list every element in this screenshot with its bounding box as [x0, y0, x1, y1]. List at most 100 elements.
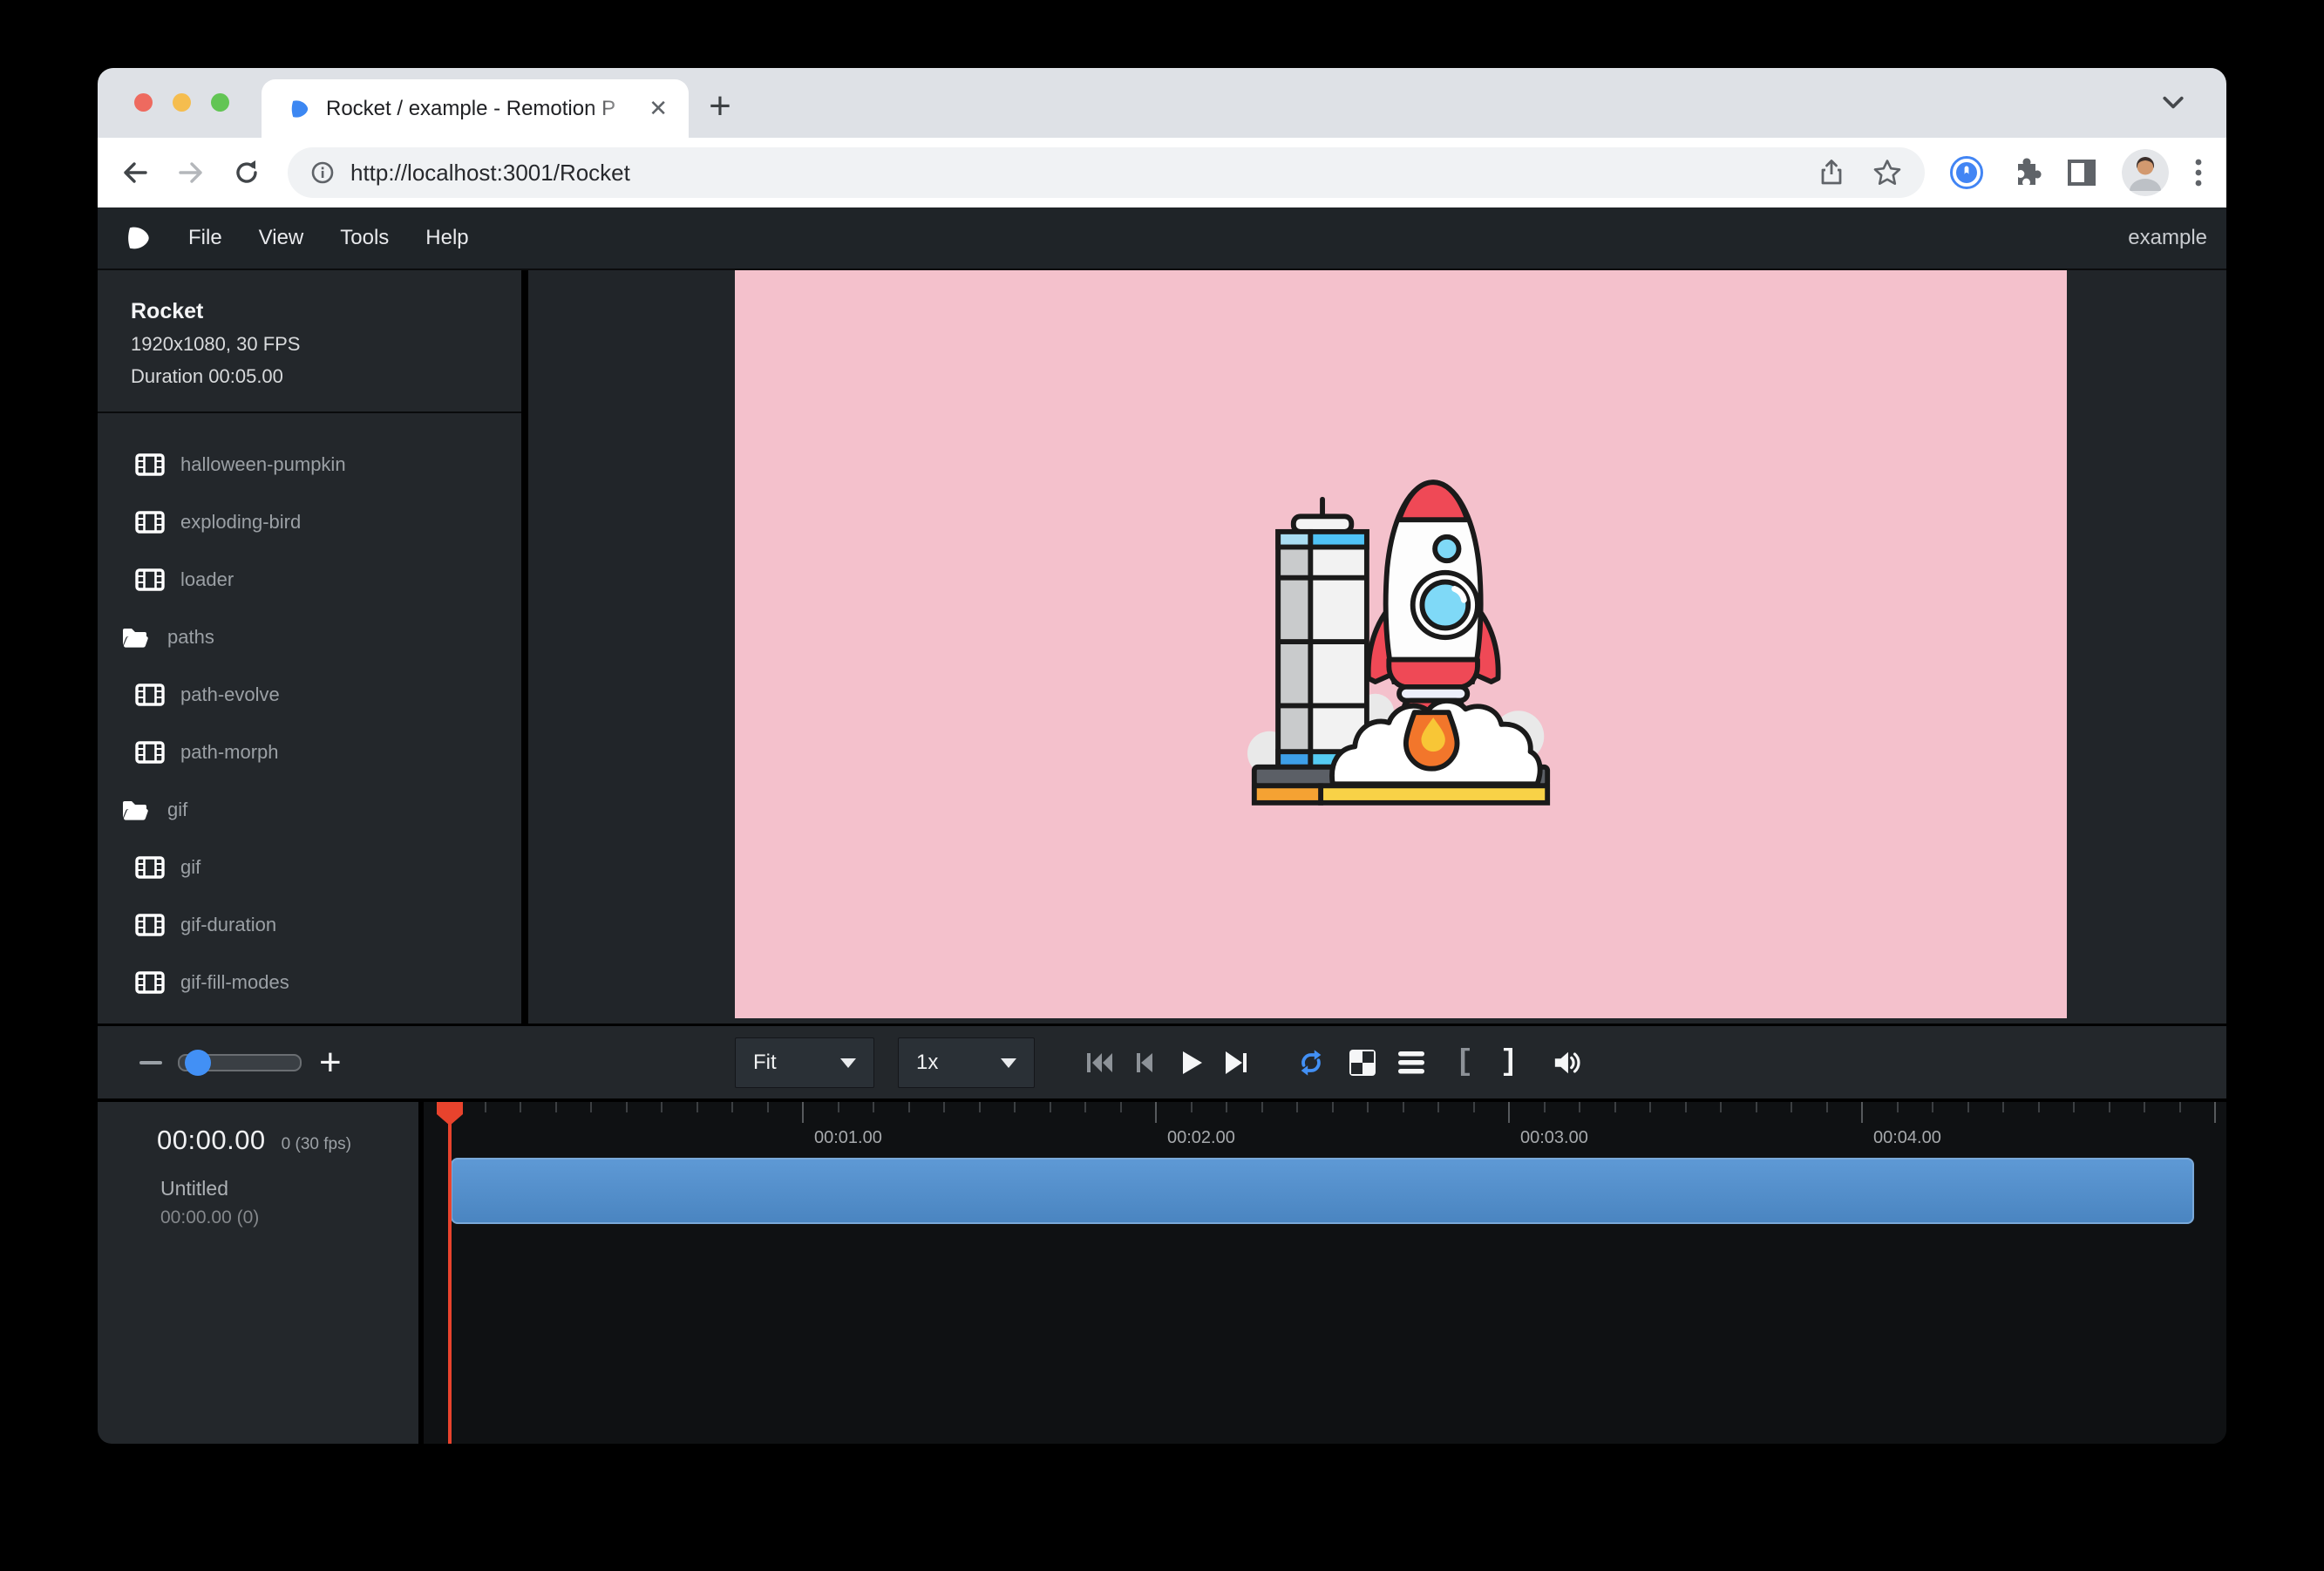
size-dropdown[interactable]: Fit	[735, 1037, 874, 1088]
menu-items: File View Tools Help	[188, 226, 469, 250]
ruler-tick-minor	[1084, 1102, 1086, 1112]
ruler-tick-minor	[1791, 1102, 1792, 1112]
tab-close-icon[interactable]: ✕	[645, 95, 671, 122]
remotion-logo-icon[interactable]	[126, 222, 152, 254]
timeline-track-bar[interactable]	[451, 1158, 2194, 1224]
folder-open-icon	[120, 798, 150, 822]
composition-list: halloween-pumpkinexploding-birdloader pat…	[98, 413, 521, 1024]
menu-item-tools[interactable]: Tools	[340, 226, 389, 250]
ruler-tick-minor	[1296, 1102, 1298, 1112]
ruler-tick-minor	[697, 1102, 698, 1112]
timeline-rows-button[interactable]	[1396, 1048, 1426, 1078]
ruler-tick-minor	[1544, 1102, 1546, 1112]
back-button[interactable]	[120, 158, 150, 187]
zoom-slider[interactable]	[178, 1054, 302, 1071]
chevron-down-icon	[1001, 1058, 1016, 1068]
remotion-menu-bar: FileViewToolsHelp example	[98, 207, 2226, 270]
timeline-zoom-control: +	[139, 1026, 342, 1098]
composition-item-halloween-pumpkin[interactable]: halloween-pumpkin	[98, 436, 521, 493]
folder-item-paths[interactable]: paths	[98, 609, 521, 666]
minimize-window-button[interactable]	[173, 93, 191, 112]
address-bar[interactable]: http://localhost:3001/Rocket	[288, 147, 1925, 198]
extensions-puzzle-icon[interactable]	[2008, 156, 2042, 189]
volume-button[interactable]	[1553, 1048, 1582, 1078]
composition-label: path-evolve	[180, 683, 280, 706]
browser-toolbar: http://localhost:3001/Rocket	[98, 138, 2226, 207]
tab-search-chevron-icon[interactable]	[2162, 94, 2185, 110]
composition-item-path-evolve[interactable]: path-evolve	[98, 666, 521, 724]
playhead-line[interactable]	[448, 1102, 452, 1444]
playhead-marker[interactable]	[437, 1102, 463, 1126]
browser-tab-strip: Rocket / example - Remotion P ✕ +	[98, 68, 2226, 138]
composition-item-exploding-bird[interactable]: exploding-bird	[98, 493, 521, 551]
browser-tab[interactable]: Rocket / example - Remotion P ✕	[262, 79, 689, 138]
zoom-out-icon[interactable]	[139, 1061, 162, 1064]
composition-item-loader[interactable]: loader	[98, 551, 521, 609]
site-info-icon[interactable]	[310, 160, 335, 185]
bookmark-star-icon[interactable]	[1872, 158, 1902, 187]
ruler-time-label: 00:01.00	[814, 1128, 882, 1148]
preview-area	[528, 270, 2226, 1024]
menu-item-view[interactable]: View	[259, 226, 304, 250]
composition-duration: Duration 00:05.00	[131, 360, 504, 392]
jump-to-start-button[interactable]	[1084, 1048, 1114, 1078]
track-name-label: Untitled	[98, 1156, 418, 1200]
ruler-tick-minor	[1120, 1102, 1122, 1112]
play-button[interactable]	[1176, 1048, 1206, 1078]
composition-label: gif	[167, 799, 187, 821]
forward-button[interactable]	[176, 158, 206, 187]
ruler-tick-minor	[1191, 1102, 1193, 1112]
profile-avatar[interactable]	[2122, 149, 2169, 196]
out-point-button[interactable]: ]	[1494, 1048, 1524, 1078]
loop-toggle-button[interactable]	[1296, 1048, 1326, 1078]
zoom-slider-knob[interactable]	[185, 1050, 211, 1076]
ruler-tick-major	[1155, 1102, 1157, 1123]
film-icon	[135, 740, 165, 765]
ruler-tick-minor	[1261, 1102, 1263, 1112]
composition-item-gif[interactable]: gif	[98, 839, 521, 896]
composition-label: gif-duration	[180, 914, 276, 936]
ruler-tick-minor	[873, 1102, 874, 1112]
composition-item-gif-fill-modes[interactable]: gif-fill-modes	[98, 954, 521, 1011]
reload-button[interactable]	[232, 158, 262, 187]
ruler-tick-minor	[1967, 1102, 1969, 1112]
composition-item-path-morph[interactable]: path-morph	[98, 724, 521, 781]
ruler-tick-minor	[1897, 1102, 1899, 1112]
transparency-checkerboard-button[interactable]	[1348, 1048, 1377, 1078]
video-canvas[interactable]	[735, 270, 2067, 1018]
folder-item-gif[interactable]: gif	[98, 781, 521, 839]
new-tab-button[interactable]: +	[697, 84, 743, 129]
ruler-tick-minor	[1437, 1102, 1439, 1112]
composition-item-gif-duration[interactable]: gif-duration	[98, 896, 521, 954]
ruler-tick-minor	[1403, 1102, 1404, 1112]
film-icon	[135, 683, 165, 707]
menu-item-help[interactable]: Help	[425, 226, 468, 250]
ruler-tick-minor	[1649, 1102, 1651, 1112]
ruler-tick-minor	[943, 1102, 945, 1112]
timeline-panel: 00:01.0000:02.0000:03.0000:04.00 00:00.0…	[98, 1102, 2226, 1444]
ruler-time-label: 00:03.00	[1520, 1128, 1588, 1148]
in-point-button[interactable]: [	[1450, 1048, 1479, 1078]
playback-toolbar: + Fit 1x	[98, 1024, 2226, 1102]
compositions-sidebar: Rocket 1920x1080, 30 FPS Duration 00:05.…	[98, 270, 528, 1024]
menu-item-file[interactable]: File	[188, 226, 222, 250]
track-time-label: 00:00.00 (0)	[98, 1200, 418, 1228]
browser-menu-icon[interactable]	[2193, 157, 2204, 188]
ruler-tick-minor	[1367, 1102, 1369, 1112]
zoom-window-button[interactable]	[211, 93, 229, 112]
composition-label: paths	[167, 626, 214, 649]
composition-label: path-morph	[180, 741, 279, 764]
close-window-button[interactable]	[134, 93, 153, 112]
previous-frame-button[interactable]	[1129, 1048, 1159, 1078]
playback-rate-dropdown[interactable]: 1x	[898, 1037, 1035, 1088]
onepassword-extension-icon[interactable]	[1949, 155, 1984, 190]
ruler-tick-minor	[2109, 1102, 2110, 1112]
share-icon[interactable]	[1817, 158, 1846, 187]
ruler-tick-minor	[1332, 1102, 1334, 1112]
ruler-time-label: 00:04.00	[1873, 1128, 1941, 1148]
side-panel-icon[interactable]	[2066, 157, 2097, 188]
zoom-in-icon[interactable]: +	[319, 1044, 342, 1082]
url-text[interactable]: http://localhost:3001/Rocket	[350, 160, 1817, 187]
film-icon	[135, 510, 165, 534]
next-frame-button[interactable]	[1220, 1048, 1250, 1078]
